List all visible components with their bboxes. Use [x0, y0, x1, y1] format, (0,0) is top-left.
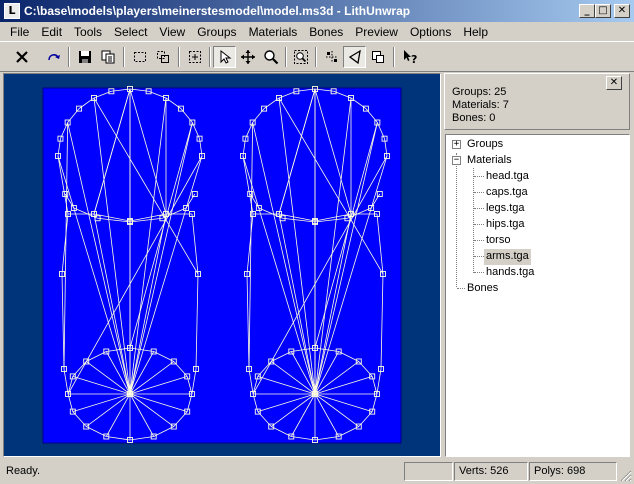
window-title: C:\base\models\players\meinerstesmodel\m…: [24, 4, 411, 18]
group-mode-icon[interactable]: [366, 46, 389, 68]
pointer-icon[interactable]: [213, 46, 236, 68]
toolbar-separator: [123, 47, 125, 67]
close-x-icon[interactable]: [10, 46, 33, 68]
bones-count: Bones: 0: [452, 112, 496, 124]
materials-count: Materials: 7: [452, 99, 509, 111]
tree-line: [456, 153, 457, 287]
info-panel: Groups: 25 Materials: 7 Bones: 0 ✕: [444, 73, 630, 130]
tree-node-bones[interactable]: Bones: [465, 281, 500, 297]
tree-line: [474, 240, 484, 241]
material-caps[interactable]: caps.tga: [484, 185, 530, 201]
menu-options[interactable]: Options: [404, 22, 457, 41]
menu-groups[interactable]: Groups: [191, 22, 242, 41]
select-center-icon[interactable]: [183, 46, 206, 68]
tree-line: [474, 224, 484, 225]
copy-icon[interactable]: [96, 46, 119, 68]
model-tree[interactable]: + Groups − Materials head.tga caps.tga l…: [445, 134, 630, 457]
lithunwrap-window: L C:\base\models\players\meinerstesmodel…: [0, 0, 634, 484]
menu-file[interactable]: File: [4, 22, 35, 41]
menu-preview[interactable]: Preview: [349, 22, 404, 41]
menu-help[interactable]: Help: [457, 22, 494, 41]
material-head[interactable]: head.tga: [484, 169, 531, 185]
zoom-fit-icon[interactable]: [289, 46, 312, 68]
context-help-icon[interactable]: ?: [398, 46, 421, 68]
status-bar: Ready. Verts: 526 Polys: 698: [0, 460, 634, 484]
menu-select[interactable]: Select: [108, 22, 153, 41]
tree-node-materials[interactable]: Materials: [465, 153, 514, 169]
toolbar-separator: [178, 47, 180, 67]
title-bar[interactable]: L C:\base\models\players\meinerstesmodel…: [0, 0, 634, 22]
toolbar: ?: [0, 41, 634, 72]
polygon-count: Polys: 698: [529, 462, 617, 481]
material-legs[interactable]: legs.tga: [484, 201, 527, 217]
materials-expander[interactable]: −: [452, 156, 461, 165]
select-rect-icon[interactable]: [128, 46, 151, 68]
tree-line: [474, 208, 484, 209]
vertex-mode-icon[interactable]: [320, 46, 343, 68]
zoom-icon[interactable]: [259, 46, 282, 68]
triangle-mode-icon[interactable]: [343, 46, 366, 68]
toolbar-separator: [393, 47, 395, 67]
tree-node-groups[interactable]: Groups: [465, 137, 505, 153]
save-disk-icon[interactable]: [73, 46, 96, 68]
menu-view[interactable]: View: [153, 22, 191, 41]
material-arms-selected[interactable]: arms.tga: [484, 249, 531, 265]
toolbar-separator: [209, 47, 211, 67]
maximize-button[interactable]: □: [595, 4, 611, 18]
menu-bones[interactable]: Bones: [303, 22, 349, 41]
groups-count: Groups: 25: [452, 86, 507, 98]
toolbar-separator: [285, 47, 287, 67]
uv-viewport[interactable]: [3, 73, 441, 457]
menu-bar: File Edit Tools Select View Groups Mater…: [0, 22, 634, 41]
toolbar-separator: [315, 47, 317, 67]
menu-edit[interactable]: Edit: [35, 22, 68, 41]
tree-line: [474, 272, 484, 273]
info-close-button[interactable]: ✕: [606, 76, 622, 90]
tree-line: [474, 176, 484, 177]
tree-line: [457, 288, 465, 289]
menu-tools[interactable]: Tools: [68, 22, 108, 41]
app-icon[interactable]: L: [4, 3, 20, 19]
groups-expander[interactable]: +: [452, 140, 461, 149]
uv-canvas[interactable]: [4, 74, 440, 456]
redo-arrow-icon[interactable]: [42, 46, 65, 68]
material-hands[interactable]: hands.tga: [484, 265, 536, 281]
material-hips[interactable]: hips.tga: [484, 217, 527, 233]
status-message: Ready.: [6, 465, 41, 477]
move-icon[interactable]: [236, 46, 259, 68]
svg-text:?: ?: [411, 53, 417, 65]
select-lasso-icon[interactable]: [151, 46, 174, 68]
uv-texture-area: [42, 87, 402, 444]
menu-materials[interactable]: Materials: [243, 22, 304, 41]
status-empty-cell: [404, 462, 453, 481]
tree-line: [473, 168, 474, 273]
vertex-count: Verts: 526: [454, 462, 528, 481]
minimize-button[interactable]: _: [579, 4, 595, 18]
toolbar-separator: [68, 47, 70, 67]
tree-line: [474, 192, 484, 193]
material-torso[interactable]: torso: [484, 233, 512, 249]
resize-grip-icon[interactable]: [620, 470, 632, 482]
close-button[interactable]: ✕: [614, 4, 630, 18]
tree-line: [474, 256, 484, 257]
